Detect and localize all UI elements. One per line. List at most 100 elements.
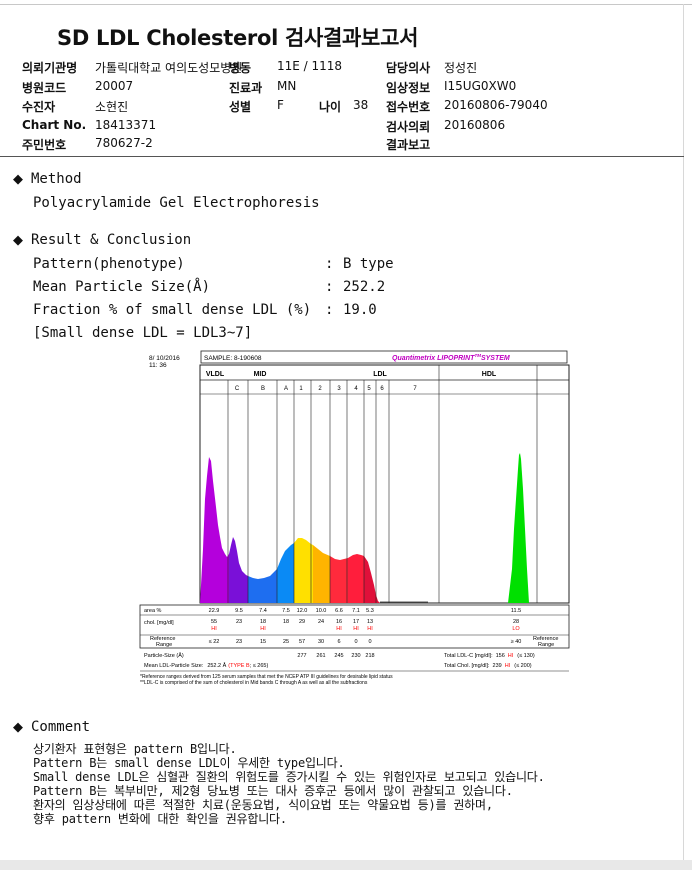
- area-cell: 22.9: [209, 608, 220, 614]
- sex-label: 성별: [229, 100, 252, 114]
- ref-cell: 25: [283, 639, 289, 645]
- comment-heading-text: Comment: [31, 719, 91, 735]
- reception-label: 접수번호: [386, 100, 431, 114]
- ward-value: 11E / 1118: [277, 59, 343, 73]
- age-value: 38: [353, 98, 369, 112]
- chol-cell: 28: [513, 619, 519, 625]
- ref-cell: 15: [260, 639, 266, 645]
- clinical-label: 임상정보: [386, 81, 431, 95]
- request-label: 검사의뢰: [386, 120, 431, 134]
- area-cell: 7.5: [282, 608, 290, 614]
- ps-cell: 277: [297, 653, 306, 659]
- ref-cell: 57: [299, 639, 305, 645]
- lipoprint-svg: 8/ 10/2016 11: 36 SAMPLE: 8-190608 Quant…: [138, 349, 570, 688]
- chart-sample: SAMPLE: 8-190608: [204, 355, 262, 362]
- result-label-size: Mean Particle Size(Å): [33, 279, 211, 295]
- total-chol-ref: (≤ 200): [514, 663, 532, 669]
- id-value: 780627-2: [95, 136, 153, 150]
- group-mid: MID: [254, 371, 267, 378]
- chol-cell: 16: [336, 619, 342, 625]
- ref-cell: 0: [368, 639, 371, 645]
- age-label: 나이: [319, 100, 342, 114]
- doctor-label: 담당의사: [386, 61, 431, 75]
- peak-ldl1: [294, 538, 313, 603]
- ref-cell: 0: [354, 639, 357, 645]
- band-label: B: [261, 386, 265, 392]
- total-chol-label: Total Chol. [mg/dl]:: [444, 663, 490, 669]
- chart-no-label: Chart No.: [22, 118, 87, 132]
- result-value-pattern: B type: [343, 256, 394, 272]
- area-cell: 12.0: [297, 608, 308, 614]
- row-area-label: area %: [144, 608, 162, 614]
- result-value-size: 252.2: [343, 279, 386, 295]
- result-colon: :: [325, 302, 334, 318]
- ps-cell: 261: [316, 653, 325, 659]
- total-ldl-ref: (≤ 130): [517, 653, 535, 659]
- ref-label-2: Range: [156, 642, 172, 648]
- result-label-pattern: Pattern(phenotype): [33, 256, 185, 272]
- ps-cell: 230: [351, 653, 360, 659]
- institution-label: 의뢰기관명: [22, 61, 78, 75]
- total-ldl: Total LDL-C [mg/dl]: 156 HI (≤ 130): [444, 653, 535, 659]
- total-chol-flag: HI: [505, 663, 511, 669]
- dept-value: MN: [277, 79, 297, 93]
- result-note: [Small dense LDL = LDL3~7]: [33, 325, 253, 341]
- result-colon: :: [325, 279, 334, 295]
- report-label: 결과보고: [386, 138, 431, 152]
- mean-label: Mean LDL-Particle Size:: [144, 663, 204, 669]
- chol-cell: 55: [211, 619, 217, 625]
- band-label: C: [235, 386, 240, 392]
- institution-value: 가톨릭대학교 여의도성모병원: [95, 61, 243, 75]
- area-cell: 5.3: [366, 608, 374, 614]
- flag-cell: HI: [353, 626, 359, 632]
- ref-cell: 23: [236, 639, 242, 645]
- peak-ldl3: [330, 556, 348, 603]
- ref-cell: 30: [318, 639, 324, 645]
- ref-cell: ≥ 40: [511, 639, 522, 645]
- top-border: [0, 4, 692, 5]
- lipoprint-chart: 8/ 10/2016 11: 36 SAMPLE: 8-190608 Quant…: [138, 349, 570, 688]
- result-label-fraction: Fraction % of small dense LDL (%): [33, 302, 312, 318]
- examinee-label: 수진자: [22, 100, 56, 114]
- diamond-icon: ◆: [13, 233, 23, 248]
- result-value-fraction: 19.0: [343, 302, 377, 318]
- chol-cell: 18: [260, 619, 266, 625]
- comment-heading: ◆ Comment: [13, 719, 90, 735]
- chart-footnote-2: **LDL-C is comprised of the sum of chole…: [140, 680, 368, 686]
- ps-cell: 245: [334, 653, 343, 659]
- ref-right-2: Range: [538, 642, 554, 648]
- chart-brand-name: Quantimetrix LIPOPRINT: [392, 355, 475, 362]
- request-value: 20160806: [444, 118, 506, 132]
- chol-cell: 23: [236, 619, 242, 625]
- report-title: SD LDL Cholesterol 검사결과보고서: [57, 26, 419, 50]
- right-border: [683, 4, 684, 864]
- area-cell: 7.4: [259, 608, 267, 614]
- area-cell: 9.5: [235, 608, 243, 614]
- dept-label: 진료과: [229, 81, 263, 95]
- total-chol-value: 239: [493, 663, 502, 669]
- peak-ldl4: [348, 554, 364, 603]
- flag-cell: LO: [512, 626, 520, 632]
- flag-cell: HI: [211, 626, 217, 632]
- bottom-bar: [0, 860, 692, 870]
- total-ldl-value: 156: [496, 653, 505, 659]
- chol-cell: 18: [283, 619, 289, 625]
- ref-cell: 6: [337, 639, 340, 645]
- reception-value: 20160806-79040: [444, 98, 548, 112]
- chart-brand: Quantimetrix LIPOPRINTTMSYSTEM: [392, 353, 510, 362]
- row-chol-label: chol. [mg/dl]: [144, 620, 174, 626]
- result-heading-text: Result & Conclusion: [31, 232, 192, 248]
- area-cell: 6.6: [335, 608, 343, 614]
- result-heading: ◆ Result & Conclusion: [13, 232, 191, 248]
- chart-no-value: 18413371: [95, 118, 157, 132]
- examinee-value: 소현진: [95, 100, 129, 114]
- method-heading: ◆ Method: [13, 171, 82, 187]
- clinical-value: I15UG0XW0: [444, 79, 517, 93]
- area-cell: 11.5: [511, 608, 521, 614]
- area-cell: 10.0: [316, 608, 327, 614]
- mean-type: (TYPE B: [228, 663, 250, 669]
- ref-cell: ≤ 22: [209, 639, 220, 645]
- flag-cell: HI: [260, 626, 266, 632]
- chol-cell: 17: [353, 619, 359, 625]
- hospital-code-value: 20007: [95, 79, 134, 93]
